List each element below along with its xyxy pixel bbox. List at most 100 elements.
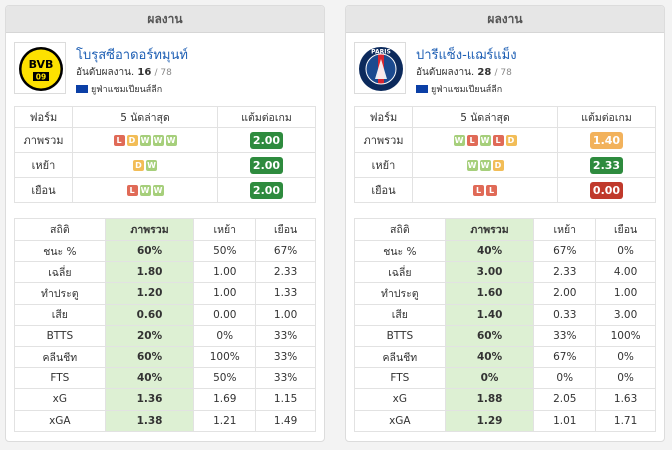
stat-away: 1.00: [595, 282, 656, 305]
form-chips: LL: [412, 177, 558, 203]
form-row-label: เยือน: [354, 177, 413, 203]
stat-overall: 40%: [444, 345, 535, 369]
stat-away: 1.00: [255, 303, 316, 326]
stat-overall: 0.60: [104, 303, 195, 326]
stats-row: ชนะ % 40% 67% 0%: [354, 239, 656, 263]
team-league[interactable]: ยูฟ่าแชมเปียนส์ลีก: [416, 82, 502, 96]
stat-away: 67%: [255, 239, 316, 263]
stats-row: เสีย 0.60 0.00 1.00: [14, 303, 316, 326]
league-name: ยูฟ่าแชมเปียนส์ลีก: [431, 85, 503, 95]
stats-row: xG 1.36 1.69 1.15: [14, 388, 316, 411]
stat-label: BTTS: [354, 324, 446, 347]
ppg-badge: 2.00: [250, 131, 283, 149]
stat-label: ชนะ %: [14, 239, 106, 263]
stats-row: เฉลี่ย 1.80 1.00 2.33: [14, 261, 316, 284]
result-chip[interactable]: L: [492, 135, 504, 146]
form-table: ฟอร์ม 5 นัดล่าสุด แต้มต่อเกม ภาพรวม WLWL…: [354, 106, 656, 203]
stat-home: 1.00: [193, 282, 257, 305]
stat-home: 1.69: [193, 388, 257, 411]
team-league[interactable]: ยูฟ่าแชมเปียนส์ลีก: [76, 82, 162, 96]
result-chip[interactable]: W: [479, 160, 491, 171]
stat-overall: 0%: [444, 367, 535, 390]
ppg-badge: 0.00: [590, 181, 623, 199]
stat-overall: 1.80: [104, 261, 195, 284]
result-chip[interactable]: W: [453, 135, 465, 146]
result-chip[interactable]: W: [139, 185, 151, 196]
stat-away: 1.33: [255, 282, 316, 305]
result-chip[interactable]: L: [466, 135, 478, 146]
stat-home: 67%: [533, 239, 597, 263]
result-chip[interactable]: L: [486, 185, 497, 196]
stat-away: 1.71: [595, 409, 656, 432]
ppg-badge: 2.00: [250, 156, 283, 174]
form-row-home: เหย้า DW 2.00: [14, 152, 316, 178]
form-header-last5: 5 นัดล่าสุด: [72, 106, 218, 128]
eu-flag-icon: [416, 84, 428, 93]
stats-header-home: เหย้า: [193, 218, 257, 241]
psg-logo-icon: PARIS: [359, 47, 403, 91]
result-chip[interactable]: W: [146, 160, 157, 171]
stats-row: xGA 1.38 1.21 1.49: [14, 409, 316, 432]
form-header-label: ฟอร์ม: [14, 106, 73, 128]
form-chips: LWW: [72, 177, 218, 203]
stats-row: BTTS 20% 0% 33%: [14, 324, 316, 347]
ppg-badge: 2.00: [250, 181, 283, 199]
stat-home: 1.01: [533, 409, 597, 432]
result-chip[interactable]: W: [139, 135, 151, 146]
form-header-ppg: แต้มต่อเกม: [557, 106, 656, 128]
result-chip[interactable]: W: [152, 185, 164, 196]
stat-label: xG: [14, 388, 106, 411]
stats-row: xGA 1.29 1.01 1.71: [354, 409, 656, 432]
stat-label: xGA: [354, 409, 446, 432]
logo-text: PARIS: [371, 49, 391, 56]
stat-home: 1.00: [193, 261, 257, 284]
stat-away: 3.00: [595, 303, 656, 326]
result-chip[interactable]: L: [126, 185, 138, 196]
stat-overall: 40%: [444, 239, 535, 263]
rank-value: 28: [477, 67, 492, 78]
stats-row: คลีนชีท 60% 100% 33%: [14, 345, 316, 369]
result-chip[interactable]: W: [152, 135, 164, 146]
stat-label: คลีนชีท: [354, 345, 446, 369]
result-chip[interactable]: W: [165, 135, 177, 146]
stat-away: 33%: [255, 324, 316, 347]
result-chip[interactable]: W: [466, 160, 478, 171]
stat-overall: 60%: [444, 324, 535, 347]
stat-overall: 1.36: [104, 388, 195, 411]
stat-home: 50%: [193, 239, 257, 263]
stat-overall: 1.20: [104, 282, 195, 305]
stat-label: FTS: [14, 367, 106, 390]
stat-home: 2.00: [533, 282, 597, 305]
stat-away: 1.49: [255, 409, 316, 432]
form-row-label: เหย้า: [354, 152, 413, 178]
team-name-link[interactable]: โบรุสซีอาดอร์ทมุนท์: [76, 44, 188, 65]
stats-header-away: เยือน: [255, 218, 316, 241]
result-chip[interactable]: L: [473, 185, 484, 196]
stat-home: 50%: [193, 367, 257, 390]
stat-overall: 1.38: [104, 409, 195, 432]
bvb-logo-icon: BVB 09: [19, 47, 63, 91]
result-chip[interactable]: D: [126, 135, 138, 146]
result-chip[interactable]: D: [133, 160, 144, 171]
eu-flag-icon: [76, 84, 88, 93]
result-chip[interactable]: W: [479, 135, 491, 146]
team-panel-psg: ผลงาน PARIS ปารีแซ็ง-แฌร์แม็ง อันดับผลงา…: [345, 5, 665, 442]
form-header-last5: 5 นัดล่าสุด: [412, 106, 558, 128]
result-chip[interactable]: D: [505, 135, 517, 146]
team-name-link[interactable]: ปารีแซ็ง-แฌร์แม็ง: [416, 44, 517, 65]
stats-row: ทำประตู 1.60 2.00 1.00: [354, 282, 656, 305]
stats-row: FTS 40% 50% 33%: [14, 367, 316, 390]
team-logo[interactable]: PARIS: [354, 42, 406, 94]
form-row-home: เหย้า WWD 2.33: [354, 152, 656, 178]
team-logo[interactable]: BVB 09: [14, 42, 66, 94]
form-row-overall: ภาพรวม WLWLD 1.40: [354, 127, 656, 153]
form-row-overall: ภาพรวม LDWWW 2.00: [14, 127, 316, 153]
result-chip[interactable]: D: [492, 160, 504, 171]
stat-label: ทำประตู: [14, 282, 106, 305]
stat-away: 33%: [255, 345, 316, 369]
rank-label: อันดับผลงาน.: [416, 67, 475, 78]
result-chip[interactable]: L: [113, 135, 125, 146]
form-header-label: ฟอร์ม: [354, 106, 413, 128]
stat-away: 1.15: [255, 388, 316, 411]
ppg-cell: 1.40: [557, 127, 656, 153]
